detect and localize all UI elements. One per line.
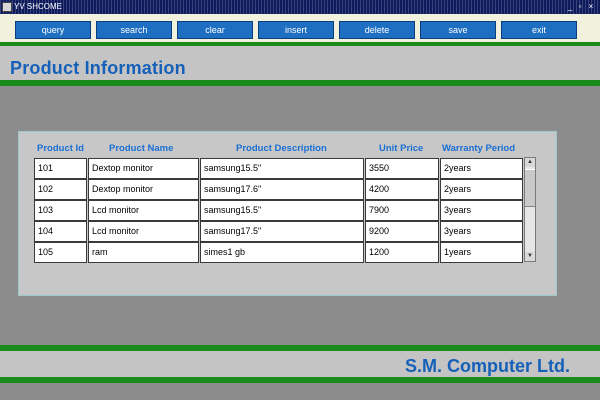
window-titlebar: YV SHCOME _ ▫ × bbox=[0, 0, 600, 14]
clear-button[interactable]: clear bbox=[177, 21, 253, 39]
product-id-field[interactable]: 103 bbox=[34, 200, 87, 221]
product-description-field[interactable]: samsung15.5" bbox=[200, 158, 364, 179]
query-button[interactable]: query bbox=[15, 21, 91, 39]
product-id-field[interactable]: 104 bbox=[34, 221, 87, 242]
unit-price-field[interactable]: 9200 bbox=[365, 221, 439, 242]
product-description-field[interactable]: samsung15.5" bbox=[200, 200, 364, 221]
warranty-period-field[interactable]: 2years bbox=[440, 179, 523, 200]
page-header: Product Information bbox=[0, 46, 600, 80]
company-name: S.M. Computer Ltd. bbox=[405, 356, 570, 376]
product-id-field[interactable]: 105 bbox=[34, 242, 87, 263]
product-description-field[interactable]: samsung17.6" bbox=[200, 179, 364, 200]
exit-button[interactable]: exit bbox=[501, 21, 577, 39]
product-description-field[interactable]: simes1 gb bbox=[200, 242, 364, 263]
product-description-field[interactable]: samsung17.5" bbox=[200, 221, 364, 242]
table-row: 103 Lcd monitor samsung15.5" 7900 3years bbox=[34, 200, 523, 221]
unit-price-field[interactable]: 3550 bbox=[365, 158, 439, 179]
unit-price-field[interactable]: 7900 bbox=[365, 200, 439, 221]
product-name-field[interactable]: Lcd monitor bbox=[88, 221, 199, 242]
product-id-field[interactable]: 102 bbox=[34, 179, 87, 200]
minimize-icon[interactable]: _ bbox=[566, 2, 574, 11]
delete-button[interactable]: delete bbox=[339, 21, 415, 39]
warranty-period-field[interactable]: 2years bbox=[440, 158, 523, 179]
scroll-up-icon[interactable]: ▲ bbox=[525, 158, 535, 167]
header-product-description: Product Description bbox=[236, 143, 327, 154]
header-unit-price: Unit Price bbox=[379, 143, 424, 154]
unit-price-field[interactable]: 4200 bbox=[365, 179, 439, 200]
table-row: 105 ram simes1 gb 1200 1years bbox=[34, 242, 523, 263]
scrollbar-thumb[interactable] bbox=[525, 169, 535, 207]
close-icon[interactable]: × bbox=[587, 2, 595, 11]
scroll-down-icon[interactable]: ▼ bbox=[525, 252, 535, 261]
toolbar: query search clear insert delete save ex… bbox=[0, 14, 600, 46]
insert-button[interactable]: insert bbox=[258, 21, 334, 39]
search-button[interactable]: search bbox=[96, 21, 172, 39]
table-row: 104 Lcd monitor samsung17.5" 9200 3years bbox=[34, 221, 523, 242]
footer-bottom-divider bbox=[0, 377, 600, 383]
header-warranty-period: Warranty Period bbox=[442, 143, 516, 154]
unit-price-field[interactable]: 1200 bbox=[365, 242, 439, 263]
save-button[interactable]: save bbox=[420, 21, 496, 39]
table-scrollbar[interactable]: ▲ ▼ bbox=[524, 157, 536, 262]
warranty-period-field[interactable]: 3years bbox=[440, 221, 523, 242]
header-product-id: Product Id bbox=[37, 143, 84, 154]
table-row: 102 Dextop monitor samsung17.6" 4200 2ye… bbox=[34, 179, 523, 200]
table-row: 101 Dextop monitor samsung15.5" 3550 2ye… bbox=[34, 158, 523, 179]
product-name-field[interactable]: Dextop monitor bbox=[88, 179, 199, 200]
header-divider bbox=[0, 80, 600, 86]
maximize-icon[interactable]: ▫ bbox=[576, 2, 584, 11]
product-name-field[interactable]: ram bbox=[88, 242, 199, 263]
page-title: Product Information bbox=[10, 58, 186, 78]
app-icon[interactable] bbox=[2, 2, 12, 12]
warranty-period-field[interactable]: 3years bbox=[440, 200, 523, 221]
product-name-field[interactable]: Lcd monitor bbox=[88, 200, 199, 221]
product-id-field[interactable]: 101 bbox=[34, 158, 87, 179]
product-name-field[interactable]: Dextop monitor bbox=[88, 158, 199, 179]
footer: S.M. Computer Ltd. bbox=[0, 351, 600, 377]
warranty-period-field[interactable]: 1years bbox=[440, 242, 523, 263]
header-product-name: Product Name bbox=[109, 143, 174, 154]
window-title: YV SHCOME bbox=[14, 2, 63, 11]
